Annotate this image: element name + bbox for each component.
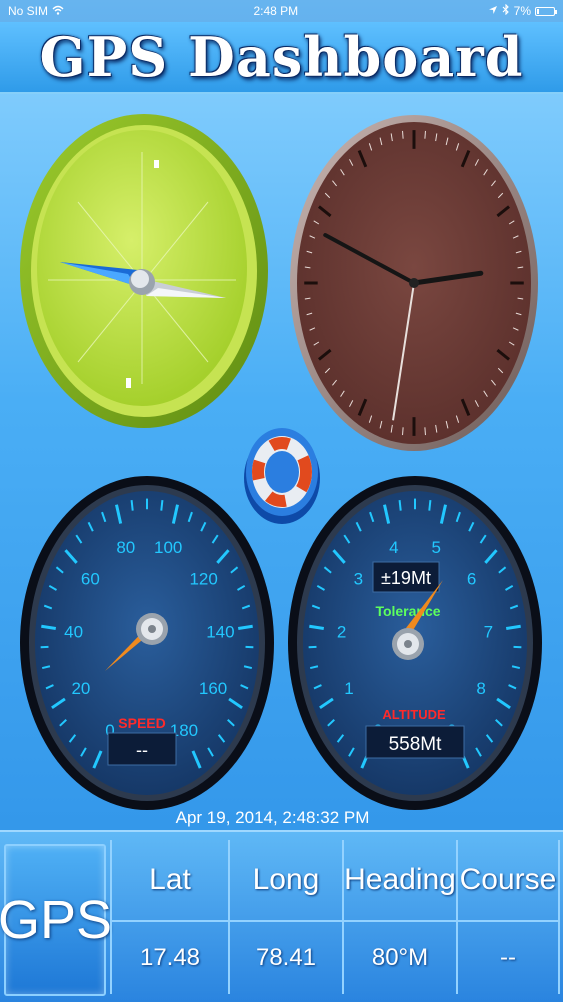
altitude-tick-label: 1: [344, 679, 353, 698]
speed-tick-label: 140: [206, 622, 234, 641]
gps-button-label: GPS: [0, 889, 112, 951]
altitude-tick-label: 6: [467, 570, 476, 589]
battery-icon: [535, 7, 555, 16]
altitude-tick-label: 4: [389, 538, 398, 557]
altitude-tick-label: 5: [431, 538, 440, 557]
altitude-tick: [429, 500, 430, 511]
speed-tick-label: 120: [189, 570, 217, 589]
speed-readout: --: [136, 740, 148, 760]
long-label: Long: [230, 840, 342, 922]
altitude-tick-label: 8: [476, 679, 485, 698]
course-value: --: [458, 922, 558, 994]
info-column-heading: Heading 80°M: [342, 840, 456, 994]
battery-percent: 7%: [514, 4, 531, 18]
speed-tick-label: 100: [154, 538, 182, 557]
compass-icon[interactable]: [18, 112, 270, 430]
altitude-tick-label: 7: [484, 622, 493, 641]
lat-label: Lat: [112, 840, 228, 922]
status-bar: No SIM 2:48 PM 7%: [0, 0, 563, 22]
heading-label: Heading: [344, 840, 456, 922]
speed-tick-label: 40: [64, 622, 83, 641]
page-title: GPS Dashboard: [40, 25, 524, 89]
clock-minute-tick: [425, 131, 426, 139]
speed-tick: [161, 500, 162, 511]
gps-button[interactable]: GPS: [4, 844, 106, 996]
status-time: 2:48 PM: [253, 4, 298, 18]
carrier-label: No SIM: [8, 4, 48, 18]
speed-label: SPEED: [118, 715, 165, 731]
bluetooth-icon: [502, 4, 510, 18]
clock: [288, 112, 540, 454]
info-bar: GPS Lat 17.48 Long 78.41 Heading 80°M Co…: [0, 830, 563, 1002]
info-column-course: Course --: [456, 840, 560, 994]
clock-minute-tick: [403, 131, 404, 139]
course-label: Course: [458, 840, 558, 922]
altitude-tick-label: 2: [337, 622, 346, 641]
heading-value: 80°M: [344, 922, 456, 994]
altitude-tick-label: 3: [354, 570, 363, 589]
clock-minute-tick: [403, 427, 404, 435]
speedometer: 020406080100120140160180 SPEED --: [18, 474, 276, 812]
info-column-lat: Lat 17.48: [110, 840, 228, 994]
timestamp: Apr 19, 2014, 2:48:32 PM: [0, 808, 545, 828]
tolerance-label: Tolerance: [375, 603, 440, 619]
long-value: 78.41: [230, 922, 342, 994]
wifi-icon: [52, 4, 64, 18]
altimeter: 0123456789 ±19Mt Tolerance ALTITUDE 558M…: [286, 474, 544, 812]
header: GPS Dashboard: [0, 22, 563, 94]
info-column-long: Long 78.41: [228, 840, 342, 994]
speed-tick-label: 60: [81, 570, 100, 589]
speed-tick: [132, 500, 133, 511]
altitude-label: ALTITUDE: [382, 707, 446, 722]
location-arrow-icon: [488, 4, 498, 18]
lat-value: 17.48: [112, 922, 228, 994]
altitude-readout: 558Mt: [389, 734, 443, 755]
speed-tick-label: 160: [199, 679, 227, 698]
tolerance-value: ±19Mt: [381, 568, 431, 588]
speed-tick-label: 80: [116, 538, 135, 557]
clock-minute-tick: [425, 427, 426, 435]
speed-tick-label: 20: [71, 679, 90, 698]
altitude-tick: [400, 500, 401, 511]
